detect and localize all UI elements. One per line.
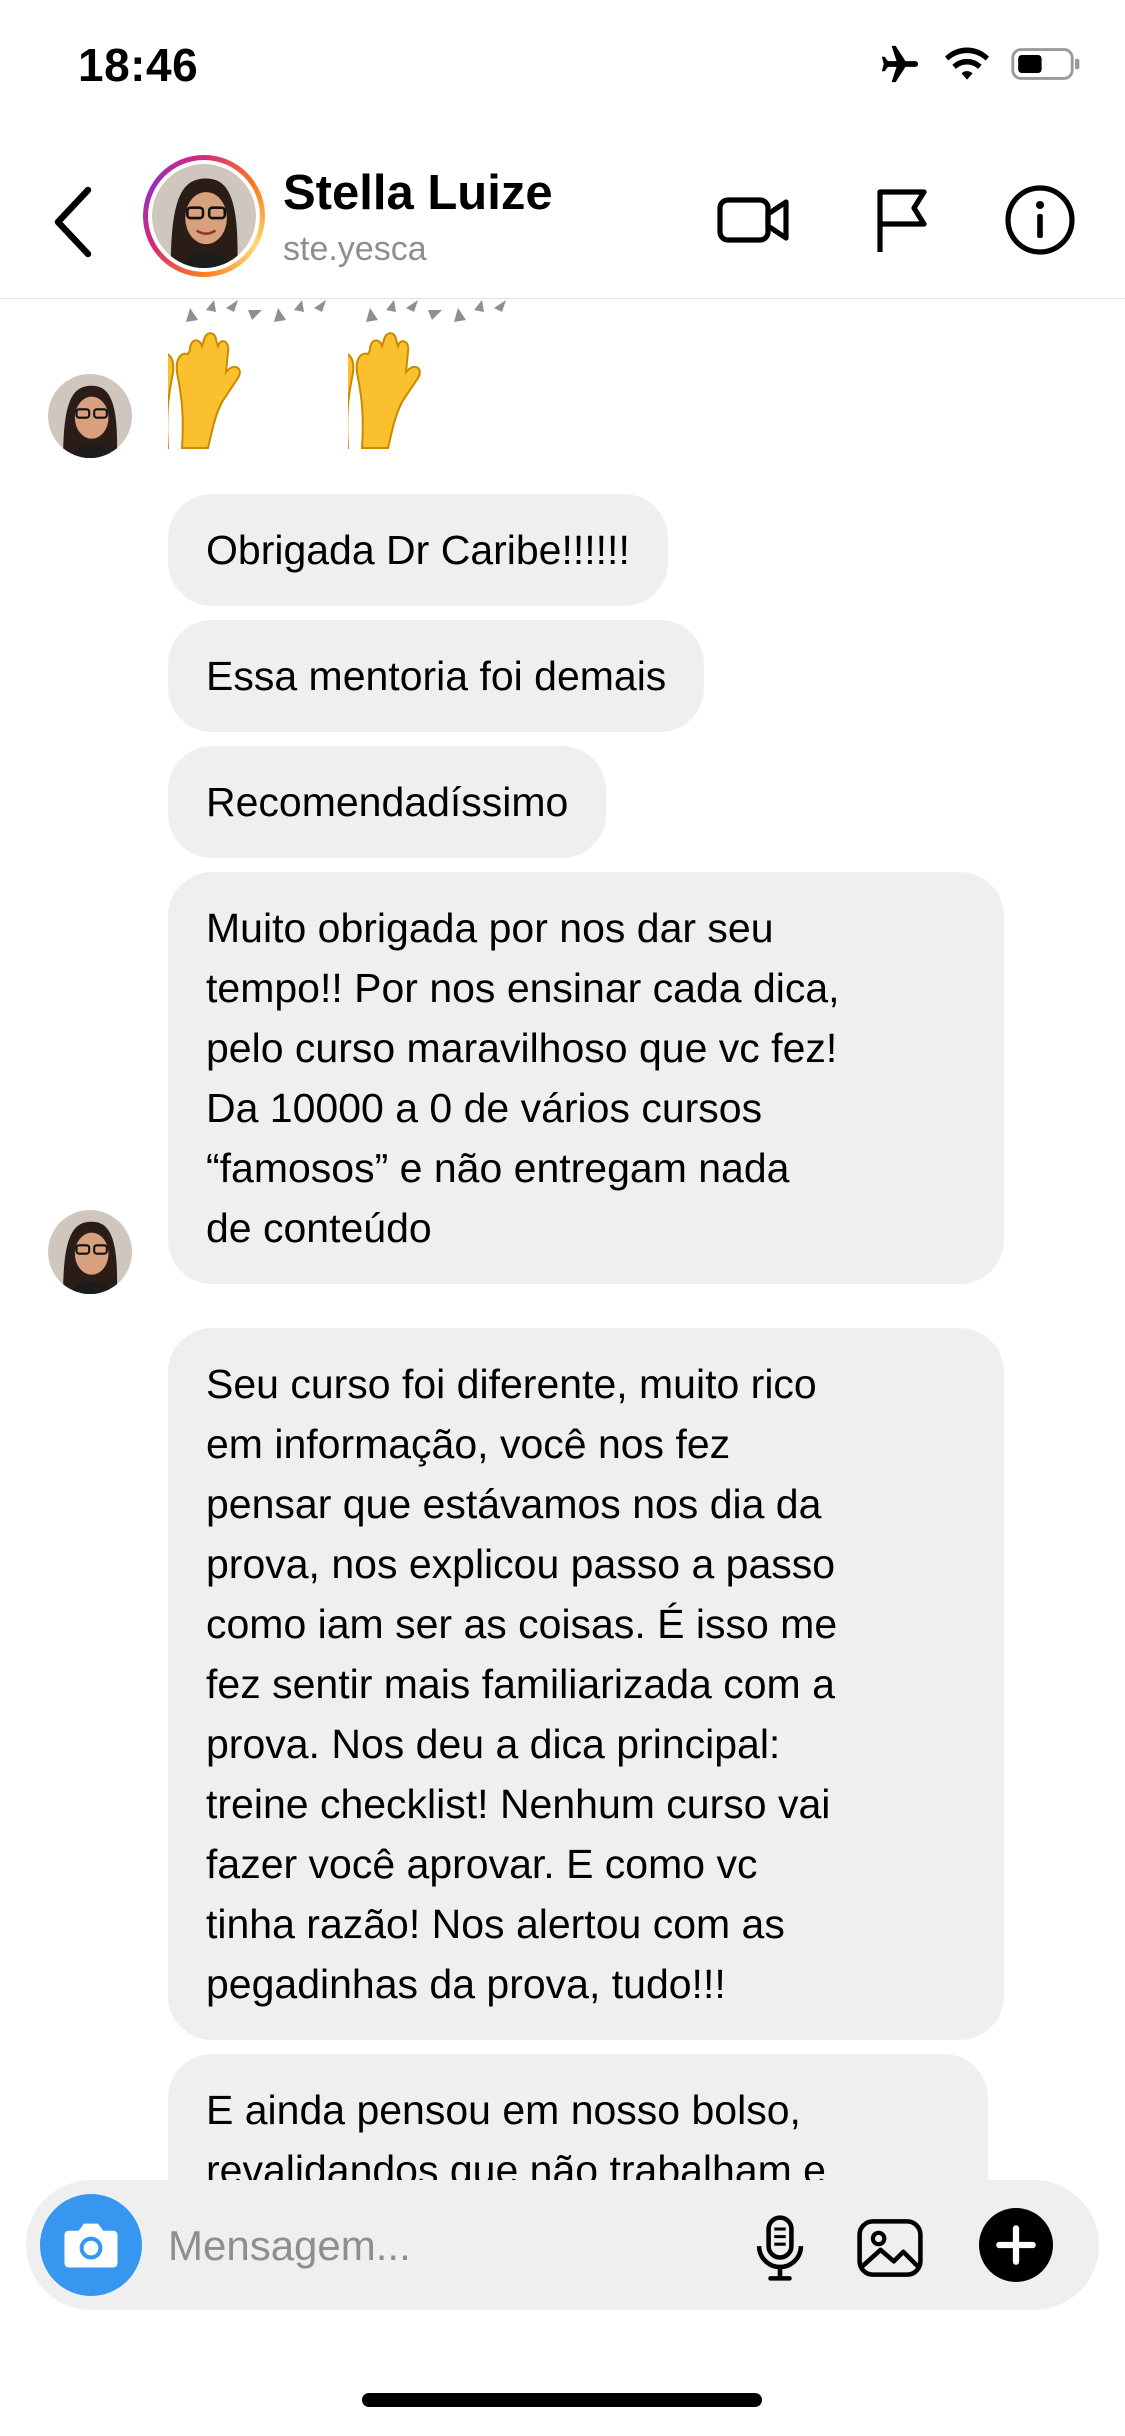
- contact-avatar[interactable]: [143, 155, 265, 277]
- message-bubble[interactable]: E ainda pensou em nosso bolso, revalidan…: [168, 2054, 988, 2180]
- contact-username[interactable]: ste.yesca: [283, 230, 427, 269]
- chat-header: Stella Luize ste.yesca: [0, 140, 1125, 299]
- message-bubble[interactable]: Seu curso foi diferente, muito rico em i…: [168, 1328, 1004, 2040]
- wifi-icon: [945, 47, 989, 80]
- battery-icon: [1011, 48, 1080, 80]
- message-bubble[interactable]: Obrigada Dr Caribe!!!!!!: [168, 494, 668, 606]
- sender-avatar[interactable]: [48, 374, 132, 458]
- status-bar: 18:46: [0, 0, 1125, 140]
- video-call-button[interactable]: [714, 180, 794, 260]
- voice-message-button[interactable]: [742, 2210, 818, 2286]
- report-button[interactable]: [862, 180, 942, 260]
- gallery-button[interactable]: [852, 2210, 928, 2286]
- back-button[interactable]: [44, 182, 104, 262]
- message-input[interactable]: [166, 2210, 730, 2282]
- camera-icon: [64, 2223, 118, 2268]
- gallery-icon: [857, 2219, 923, 2277]
- info-button[interactable]: [1000, 180, 1080, 260]
- airplane-icon: [881, 45, 919, 83]
- avatar-photo: [48, 1210, 132, 1294]
- avatar-photo: [152, 164, 256, 268]
- message-composer: [26, 2180, 1099, 2310]
- microphone-icon: [756, 2215, 804, 2281]
- back-chevron-icon: [54, 186, 92, 258]
- message-bubble[interactable]: Essa mentoria foi demais: [168, 620, 705, 732]
- raising-hands-emoji: [348, 300, 506, 449]
- home-indicator[interactable]: [362, 2393, 762, 2407]
- status-time: 18:46: [78, 39, 199, 91]
- avatar-photo: [48, 374, 132, 458]
- contact-name[interactable]: Stella Luize: [283, 165, 553, 221]
- raising-hands-emoji: [168, 300, 326, 449]
- sender-avatar[interactable]: [48, 1210, 132, 1294]
- more-options-button[interactable]: [979, 2208, 1053, 2282]
- message-bubble[interactable]: Muito obrigada por nos dar seu tempo!! P…: [168, 872, 1004, 1284]
- camera-button[interactable]: [40, 2194, 142, 2296]
- plus-icon: [996, 2225, 1036, 2265]
- flag-icon: [877, 189, 927, 252]
- message-bubble[interactable]: Recomendadíssimo: [168, 746, 607, 858]
- status-icons: [877, 44, 1083, 84]
- reaction-emoji-message[interactable]: [168, 298, 528, 468]
- video-call-icon: [717, 197, 789, 243]
- message-thread[interactable]: Obrigada Dr Caribe!!!!!! Essa mentoria f…: [0, 298, 1125, 2180]
- info-icon: [1005, 185, 1075, 255]
